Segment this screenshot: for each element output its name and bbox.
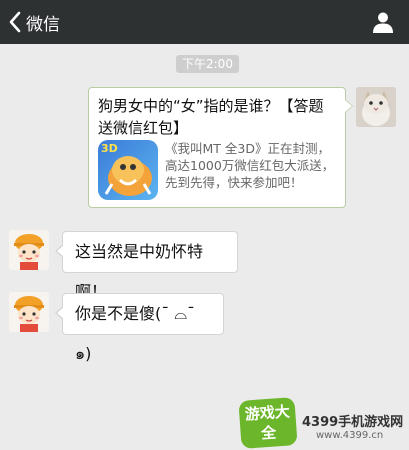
watermark-url: www.4399.cn bbox=[316, 430, 384, 441]
received-message[interactable]: 这当然是中奶怀特啊！ bbox=[55, 231, 238, 301]
contact-avatar[interactable] bbox=[9, 230, 49, 270]
back-label: 微信 bbox=[26, 14, 60, 35]
sent-link-card[interactable]: 狗男女中的“女”指的是谁？【答题送微信红包】 3D 《我叫MT 全3D》正在封测… bbox=[88, 87, 353, 208]
message-timestamp: 下午2:00 bbox=[176, 55, 239, 73]
thumb-badge: 3D bbox=[101, 142, 118, 155]
top-navigation-bar: 微信 bbox=[0, 0, 409, 44]
cartoon-worker-avatar-image bbox=[9, 230, 49, 270]
site-watermark: 游戏大全 4399手机游戏网 www.4399.cn bbox=[236, 397, 409, 450]
cartoon-worker-avatar-image bbox=[9, 292, 49, 332]
person-icon bbox=[373, 12, 393, 33]
contact-avatar[interactable] bbox=[9, 292, 49, 332]
game-thumbnail: 3D bbox=[98, 140, 158, 200]
card-description: 《我叫MT 全3D》正在封测，高达1000万微信红包大派送，先到先得，快来参加吧… bbox=[165, 141, 335, 190]
chevron-left-icon bbox=[9, 11, 21, 33]
watermark-brand: 4399手机游戏网 bbox=[302, 415, 404, 430]
chat-profile-button[interactable] bbox=[371, 10, 395, 34]
watermark-logo: 游戏大全 bbox=[238, 397, 298, 449]
cat-avatar-image bbox=[356, 87, 396, 127]
back-button[interactable]: 微信 bbox=[8, 7, 60, 37]
received-message[interactable]: 你是不是傻(¯ ⌓¯ ๑) bbox=[55, 293, 224, 363]
my-avatar[interactable] bbox=[356, 87, 396, 127]
card-title: 狗男女中的“女”指的是谁？【答题送微信红包】 bbox=[98, 97, 324, 137]
